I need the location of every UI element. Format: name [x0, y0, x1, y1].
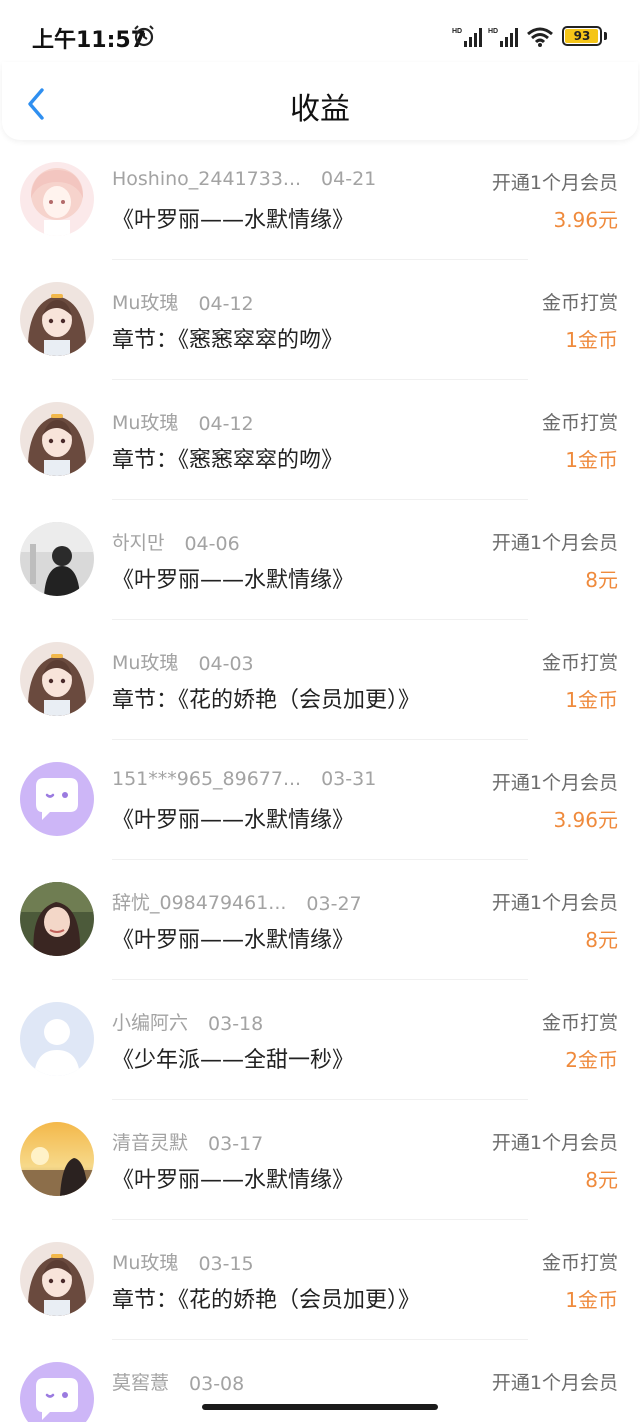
earning-record[interactable]: Hoshino_2441733... 04-21 《叶罗丽——水默情缘》 开通1个…	[0, 140, 640, 260]
record-meta: 莫窖薏 03-08	[112, 1368, 244, 1395]
earning-amount: 2金币	[565, 1048, 618, 1072]
earning-record[interactable]: Mu玫瑰 04-03 章节：《花的娇艳（会员加更）》 金币打赏 1金币	[0, 620, 640, 740]
avatar-anime-brown[interactable]	[20, 282, 94, 356]
svg-text:HD: HD	[452, 28, 462, 35]
record-meta: 하지만 04-06	[112, 528, 240, 555]
earning-record[interactable]: 小编阿六 03-18 《少年派——全甜一秒》 金币打赏 2金币	[0, 980, 640, 1100]
record-meta: Mu玫瑰 04-12	[112, 408, 254, 435]
record-date: 03-18	[208, 1013, 264, 1035]
nav-bar: 收益	[2, 62, 638, 140]
username: Hoshino_2441733...	[112, 168, 302, 190]
username: Mu玫瑰	[112, 292, 179, 314]
work-title: 章节：《窸窸窣窣的吻》	[112, 448, 344, 473]
avatar-anime-pink[interactable]	[20, 162, 94, 236]
earning-amount: 8元	[585, 568, 618, 592]
page-title: 收益	[290, 92, 350, 127]
username: 莫窖薏	[112, 1372, 170, 1394]
battery-indicator: 93	[562, 26, 602, 46]
record-meta: 151***965_89677... 03-31	[112, 768, 376, 790]
record-date: 04-06	[184, 533, 240, 555]
earning-amount: 8元	[585, 928, 618, 952]
earning-type: 金币打赏	[541, 412, 618, 434]
avatar-sunset-photo[interactable]	[20, 1122, 94, 1196]
earning-type: 开通1个月会员	[491, 1132, 618, 1154]
battery-percent: 93	[573, 29, 591, 43]
record-date: 03-17	[208, 1133, 264, 1155]
earning-record[interactable]: Mu玫瑰 04-12 章节：《窸窸窣窣的吻》 金币打赏 1金币	[0, 260, 640, 380]
username: 辞忧_098479461...	[112, 892, 287, 914]
record-date: 03-15	[198, 1253, 254, 1275]
earning-record[interactable]: 清音灵默 03-17 《叶罗丽——水默情缘》 开通1个月会员 8元	[0, 1100, 640, 1220]
battery-cap	[604, 32, 607, 40]
record-meta: Mu玫瑰 04-03	[112, 648, 254, 675]
earning-amount: 3.96元	[553, 208, 618, 232]
earning-type: 开通1个月会员	[491, 532, 618, 554]
earning-record[interactable]: Mu玫瑰 04-12 章节：《窸窸窣窣的吻》 金币打赏 1金币	[0, 380, 640, 500]
earning-type: 开通1个月会员	[491, 1372, 618, 1394]
username: 小编阿六	[112, 1012, 189, 1034]
earning-record[interactable]: 하지만 04-06 《叶罗丽——水默情缘》 开通1个月会员 8元	[0, 500, 640, 620]
username: Mu玫瑰	[112, 412, 179, 434]
work-title: 《叶罗丽——水默情缘》	[112, 1168, 355, 1193]
avatar-girl-photo[interactable]	[20, 882, 94, 956]
record-meta: 小编阿六 03-18	[112, 1008, 263, 1035]
record-date: 03-08	[189, 1373, 245, 1395]
avatar-anime-brown[interactable]	[20, 402, 94, 476]
earning-type: 开通1个月会员	[491, 772, 618, 794]
record-meta: 辞忧_098479461... 03-27	[112, 888, 362, 915]
username: 151***965_89677...	[112, 768, 302, 790]
earning-type: 金币打赏	[541, 1252, 618, 1274]
earning-amount: 8元	[585, 1168, 618, 1192]
earning-amount: 1金币	[565, 328, 618, 352]
record-date: 04-12	[198, 413, 254, 435]
signal-hd-icon: HD	[452, 28, 482, 47]
earning-amount: 1金币	[565, 448, 618, 472]
avatar-default-blue[interactable]	[20, 1002, 94, 1076]
earning-amount: 1金币	[565, 688, 618, 712]
record-date: 04-12	[198, 293, 254, 315]
work-title: 《叶罗丽——水默情缘》	[112, 208, 355, 233]
earning-record[interactable]: 151***965_89677... 03-31 《叶罗丽——水默情缘》 开通1个…	[0, 740, 640, 860]
earning-type: 金币打赏	[541, 652, 618, 674]
record-meta: Hoshino_2441733... 04-21	[112, 168, 376, 190]
earning-type: 开通1个月会员	[491, 892, 618, 914]
status-time: 上午11:57	[32, 28, 147, 53]
earning-type: 开通1个月会员	[491, 172, 618, 194]
signal-hd-icon: HD	[488, 28, 518, 47]
username: 하지만	[112, 532, 165, 554]
earning-record[interactable]: Mu玫瑰 03-15 章节：《花的娇艳（会员加更）》 金币打赏 1金币	[0, 1220, 640, 1340]
wifi-icon	[527, 27, 553, 47]
avatar-default-purple[interactable]	[20, 762, 94, 836]
svg-text:HD: HD	[488, 28, 498, 35]
record-meta: Mu玫瑰 03-15	[112, 1248, 254, 1275]
work-title: 章节：《花的娇艳（会员加更）》	[112, 688, 421, 713]
work-title: 《少年派——全甜一秒》	[112, 1048, 355, 1073]
earning-record[interactable]: 辞忧_098479461... 03-27 《叶罗丽——水默情缘》 开通1个月会员…	[0, 860, 640, 980]
record-date: 04-03	[198, 653, 254, 675]
earning-type: 金币打赏	[541, 1012, 618, 1034]
avatar-dark-photo[interactable]	[20, 522, 94, 596]
username: 清音灵默	[112, 1132, 189, 1154]
username: Mu玫瑰	[112, 1252, 179, 1274]
alarm-clock-icon	[134, 25, 154, 47]
username: Mu玫瑰	[112, 652, 179, 674]
earning-amount: 1金币	[565, 1288, 618, 1312]
record-meta: 清音灵默 03-17	[112, 1128, 263, 1155]
avatar-anime-brown[interactable]	[20, 1242, 94, 1316]
record-meta: Mu玫瑰 04-12	[112, 288, 254, 315]
avatar-anime-brown[interactable]	[20, 642, 94, 716]
work-title: 《叶罗丽——水默情缘》	[112, 928, 355, 953]
work-title: 《叶罗丽——水默情缘》	[112, 808, 355, 833]
record-date: 04-21	[321, 168, 377, 190]
earning-type: 金币打赏	[541, 292, 618, 314]
avatar-default-purple[interactable]	[20, 1362, 94, 1422]
work-title: 《叶罗丽——水默情缘》	[112, 568, 355, 593]
earnings-list: Hoshino_2441733... 04-21 《叶罗丽——水默情缘》 开通1个…	[0, 140, 640, 1422]
work-title: 章节：《窸窸窣窣的吻》	[112, 328, 344, 353]
record-date: 03-31	[321, 768, 377, 790]
home-indicator[interactable]	[202, 1404, 438, 1410]
earning-amount: 3.96元	[553, 808, 618, 832]
record-date: 03-27	[306, 893, 362, 915]
work-title: 章节：《花的娇艳（会员加更）》	[112, 1288, 421, 1313]
